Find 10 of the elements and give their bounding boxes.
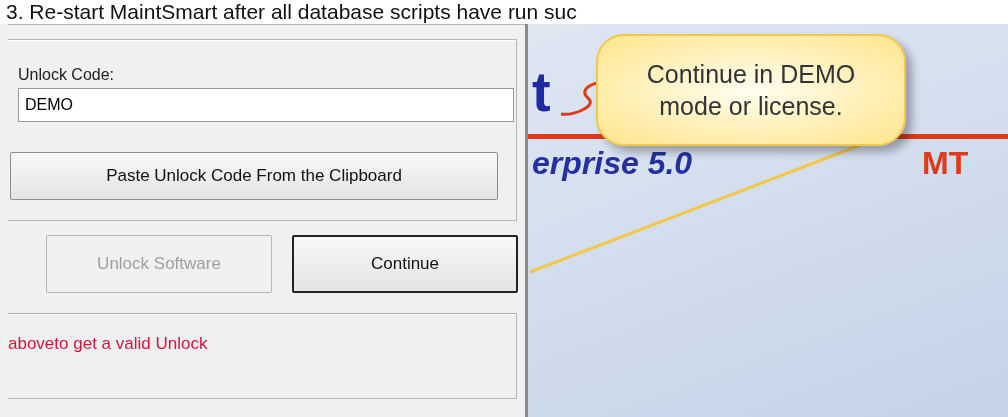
paste-button[interactable]: Paste Unlock Code From the Clipboard <box>10 152 498 200</box>
unlock-code-field[interactable]: DEMO <box>18 88 514 122</box>
logo-text: erprise 5.0 <box>532 144 693 183</box>
unlock-code-label: Unlock Code: <box>18 66 116 84</box>
logo-text: t <box>532 64 551 120</box>
continue-button[interactable]: Continue <box>292 235 518 293</box>
logo-text: MT <box>922 144 969 183</box>
error-message: aboveto get a valid Unlock <box>8 333 209 354</box>
heading-text: 3. Re-start MaintSmart after all database scripts have run suc <box>5 0 578 24</box>
callout-bubble: Continue in DEMO mode or license. <box>596 34 906 146</box>
